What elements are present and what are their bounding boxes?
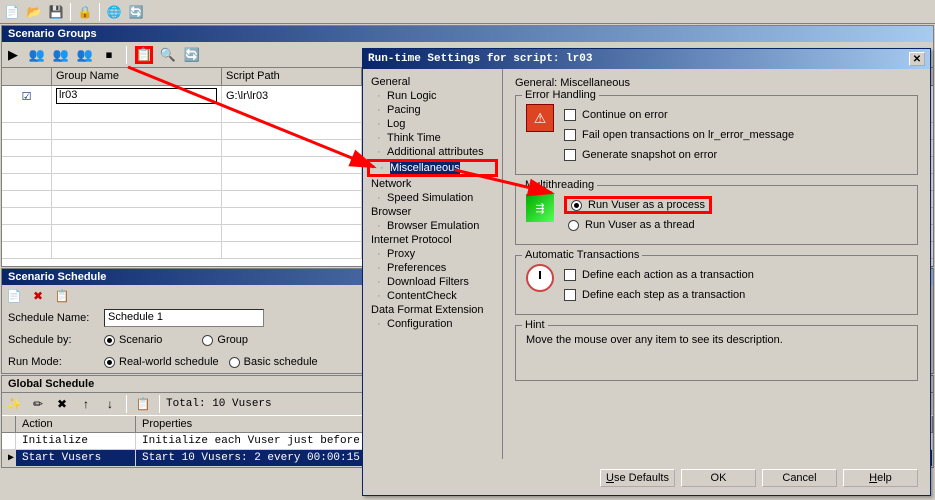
app-toolbar: 📄 📂 💾 🔒 🌐 🔄 bbox=[0, 0, 935, 24]
radio-run-as-process[interactable] bbox=[571, 200, 582, 211]
ok-button[interactable]: OK bbox=[681, 469, 756, 487]
globe-icon[interactable]: 🌐 bbox=[104, 2, 124, 22]
tree-additional-attributes[interactable]: Additional attributes bbox=[367, 145, 498, 159]
chk-each-action[interactable] bbox=[564, 269, 576, 281]
tree-preferences[interactable]: Preferences bbox=[367, 261, 498, 275]
total-vusers-label: Total: 10 Vusers bbox=[166, 398, 272, 410]
automatic-transactions-group: Automatic Transactions Define each actio… bbox=[515, 255, 918, 315]
script-path-cell: G:\lr\lr03 bbox=[222, 86, 362, 106]
delete-schedule-icon[interactable]: ✖ bbox=[28, 286, 48, 306]
details-icon[interactable]: 🔍 bbox=[159, 46, 177, 64]
copy-icon[interactable]: 📋 bbox=[133, 394, 153, 414]
chk-fail-open[interactable] bbox=[564, 129, 576, 141]
tree-think-time[interactable]: Think Time bbox=[367, 131, 498, 145]
tree-pacing[interactable]: Pacing bbox=[367, 103, 498, 117]
tree-content-check[interactable]: ContentCheck bbox=[367, 289, 498, 303]
radio-run-as-thread[interactable] bbox=[568, 220, 579, 231]
new-icon[interactable]: 📄 bbox=[2, 2, 22, 22]
tree-miscellaneous[interactable]: Miscellaneous bbox=[367, 159, 498, 177]
radio-scenario[interactable] bbox=[104, 335, 115, 346]
content-heading: General: Miscellaneous bbox=[515, 77, 918, 89]
tree-configuration[interactable]: Configuration bbox=[367, 317, 498, 331]
open-icon[interactable]: 📂 bbox=[24, 2, 44, 22]
tree-download-filters[interactable]: Download Filters bbox=[367, 275, 498, 289]
cancel-button[interactable]: Cancel bbox=[762, 469, 837, 487]
clock-icon bbox=[526, 264, 554, 292]
copy-schedule-icon[interactable]: 📋 bbox=[52, 286, 72, 306]
schedule-name-field[interactable]: Schedule 1 bbox=[104, 309, 264, 327]
edit-action-icon[interactable]: ✏ bbox=[28, 394, 48, 414]
tree-run-logic[interactable]: Run Logic bbox=[367, 89, 498, 103]
move-up-icon[interactable]: ↑ bbox=[76, 394, 96, 414]
dialog-title: Run-time Settings for script: lr03 bbox=[368, 53, 592, 65]
group-name-cell[interactable]: lr03 bbox=[56, 88, 217, 104]
vusers-icon-2[interactable]: 👥 bbox=[52, 46, 70, 64]
runtime-settings-dialog: Run-time Settings for script: lr03 ✕ Gen… bbox=[362, 48, 931, 496]
error-icon: ⚠ bbox=[526, 104, 554, 132]
tree-browser[interactable]: Browser bbox=[367, 205, 498, 219]
move-down-icon[interactable]: ↓ bbox=[100, 394, 120, 414]
tree-log[interactable]: Log bbox=[367, 117, 498, 131]
runtime-settings-icon[interactable]: 📋 bbox=[135, 46, 153, 64]
refresh-icon-2[interactable]: 🔄 bbox=[183, 46, 201, 64]
tree-general[interactable]: General bbox=[367, 75, 498, 89]
multithreading-group: Multithreading ⇶ Run Vuser as a process … bbox=[515, 185, 918, 245]
tree-internet-protocol[interactable]: Internet Protocol bbox=[367, 233, 498, 247]
error-handling-group: Error Handling ⚠ Continue on error Fail … bbox=[515, 95, 918, 175]
chk-continue-on-error[interactable] bbox=[564, 109, 576, 121]
run-mode-label: Run Mode: bbox=[8, 356, 98, 368]
radio-group[interactable] bbox=[202, 335, 213, 346]
col-action: Action bbox=[16, 416, 136, 432]
hint-text: Move the mouse over any item to see its … bbox=[526, 334, 907, 346]
help-button[interactable]: Help bbox=[843, 469, 918, 487]
save-icon[interactable]: 💾 bbox=[46, 2, 66, 22]
radio-real-world[interactable] bbox=[104, 357, 115, 368]
scenario-groups-title: Scenario Groups bbox=[2, 26, 933, 42]
radio-basic[interactable] bbox=[229, 357, 240, 368]
tree-data-format[interactable]: Data Format Extension bbox=[367, 303, 498, 317]
schedule-name-label: Schedule Name: bbox=[8, 312, 98, 324]
settings-tree: General Run Logic Pacing Log Think Time … bbox=[363, 69, 503, 459]
use-defaults-button[interactable]: Use Defaults bbox=[600, 469, 675, 487]
tree-proxy[interactable]: Proxy bbox=[367, 247, 498, 261]
add-action-icon[interactable]: ✨ bbox=[4, 394, 24, 414]
tree-network[interactable]: Network bbox=[367, 177, 498, 191]
chk-snapshot[interactable] bbox=[564, 149, 576, 161]
tree-browser-emulation[interactable]: Browser Emulation bbox=[367, 219, 498, 233]
vusers-icon-1[interactable]: 👥 bbox=[28, 46, 46, 64]
col-script-path: Script Path bbox=[222, 68, 362, 85]
delete-action-icon[interactable]: ✖ bbox=[52, 394, 72, 414]
thread-icon: ⇶ bbox=[526, 194, 554, 222]
play-icon[interactable]: ▶ bbox=[4, 46, 22, 64]
vusers-icon-3[interactable]: 👥 bbox=[76, 46, 94, 64]
new-schedule-icon[interactable]: 📄 bbox=[4, 286, 24, 306]
schedule-by-label: Schedule by: bbox=[8, 334, 98, 346]
tree-speed-simulation[interactable]: Speed Simulation bbox=[367, 191, 498, 205]
stop-icon[interactable]: ⏹ bbox=[100, 46, 118, 64]
chk-each-step[interactable] bbox=[564, 289, 576, 301]
col-group-name: Group Name bbox=[52, 68, 222, 85]
refresh-icon[interactable]: 🔄 bbox=[126, 2, 146, 22]
lock-icon[interactable]: 🔒 bbox=[75, 2, 95, 22]
close-icon[interactable]: ✕ bbox=[909, 52, 925, 66]
hint-group: Hint Move the mouse over any item to see… bbox=[515, 325, 918, 381]
